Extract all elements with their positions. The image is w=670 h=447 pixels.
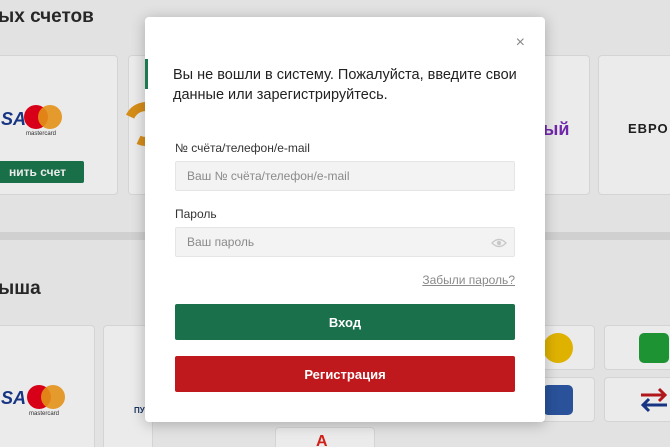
login-required-message: Вы не вошли в систему. Пожалуйста, введи… <box>173 67 517 103</box>
forgot-password-link[interactable]: Забыли пароль? <box>422 273 515 287</box>
account-field-label: № счёта/телефон/e-mail <box>175 141 310 155</box>
close-icon[interactable]: × <box>516 35 525 51</box>
eye-icon[interactable] <box>491 238 507 248</box>
login-modal: × Вы не вошли в систему. Пожалуйста, вве… <box>145 17 545 422</box>
password-field-label: Пароль <box>175 207 217 221</box>
modal-accent-bar <box>145 59 148 89</box>
register-button[interactable]: Регистрация <box>175 356 515 392</box>
password-input[interactable] <box>175 227 515 257</box>
login-button[interactable]: Вход <box>175 304 515 340</box>
account-input[interactable] <box>175 161 515 191</box>
